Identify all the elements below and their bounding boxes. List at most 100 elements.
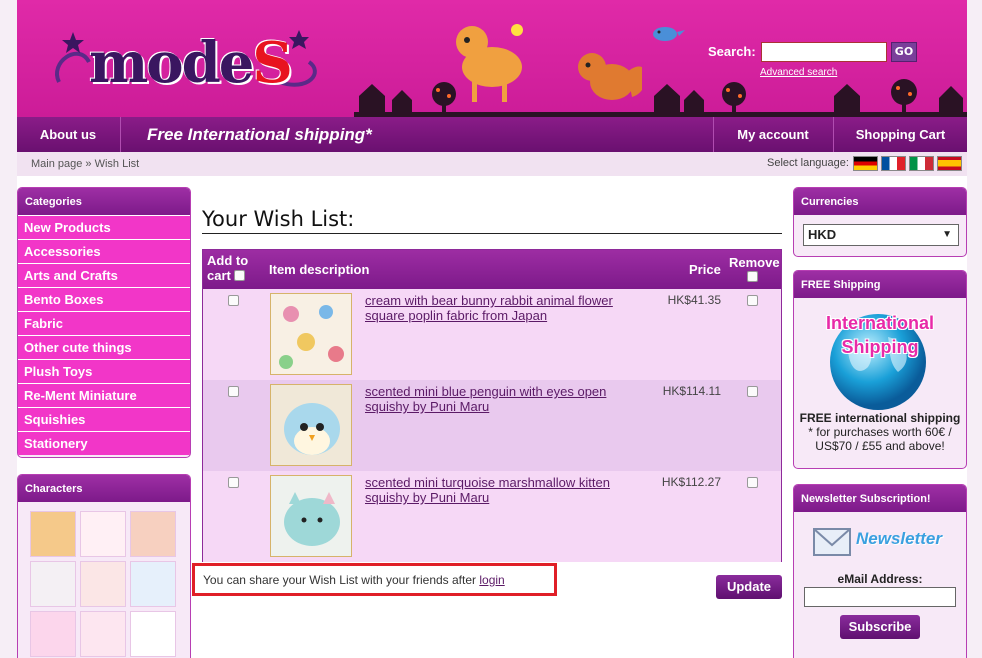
update-button[interactable]: Update xyxy=(716,575,782,599)
international-shipping-banner: International Shipping xyxy=(794,311,966,359)
character-bunny-icon[interactable] xyxy=(30,561,76,607)
character-owl-icon[interactable] xyxy=(30,611,76,657)
email-label: eMail Address: xyxy=(837,572,923,586)
free-shipping-bold-text: FREE international shipping xyxy=(799,411,961,425)
product-thumbnail[interactable] xyxy=(270,475,352,557)
italian-flag-icon[interactable] xyxy=(909,156,934,171)
currency-select[interactable]: HKD ▼ xyxy=(803,224,959,246)
login-link[interactable]: login xyxy=(479,573,504,587)
category-item[interactable]: Arts and Crafts xyxy=(18,263,190,287)
category-item[interactable]: Accessories xyxy=(18,239,190,263)
wishlist-table-header: Add to cart Item description Price Remov… xyxy=(203,250,781,289)
category-item[interactable]: Bento Boxes xyxy=(18,287,190,311)
wishlist-table: Add to cart Item description Price Remov… xyxy=(202,249,782,562)
table-row: scented mini turquoise marshmallow kitte… xyxy=(203,471,781,562)
characters-title: Characters xyxy=(18,475,190,502)
logo-text: modeS xyxy=(89,30,293,96)
email-field[interactable] xyxy=(804,587,956,607)
col-remove: Remove xyxy=(729,255,780,270)
newsletter-logo-text: Newsletter xyxy=(856,529,942,548)
share-notice-label: You can share your Wish List with your f… xyxy=(203,573,480,587)
remove-checkbox[interactable] xyxy=(747,477,758,488)
share-notice-box: You can share your Wish List with your f… xyxy=(192,563,557,596)
category-list: New Products Accessories Arts and Crafts Be… xyxy=(18,215,190,455)
right-margin xyxy=(967,0,982,658)
currencies-title: Currencies xyxy=(794,188,966,215)
share-notice-text: You can share your Wish List with your f… xyxy=(203,573,505,587)
category-item[interactable]: New Products xyxy=(18,215,190,239)
col-add-to-cart: Add to cart xyxy=(207,253,261,283)
currencies-box: Currencies HKD ▼ xyxy=(793,187,967,257)
nav-shopping-cart[interactable]: Shopping Cart xyxy=(834,117,967,152)
category-item[interactable]: Fabric xyxy=(18,311,190,335)
col-price: Price xyxy=(689,262,721,277)
category-item[interactable]: Stationery xyxy=(18,431,190,455)
free-shipping-condition-text: * for purchases worth 60€ / US$70 / £55 … xyxy=(808,425,952,453)
remove-checkbox[interactable] xyxy=(747,295,758,306)
bird-icon xyxy=(653,27,685,41)
title-divider xyxy=(202,233,782,234)
free-shipping-box: FREE Shipping International Shipping FREE… xyxy=(793,270,967,469)
deer-squirrel-illustration-icon xyxy=(456,24,642,102)
french-flag-icon[interactable] xyxy=(881,156,906,171)
left-margin xyxy=(0,0,17,658)
product-price: HK$112.27 xyxy=(661,475,721,489)
category-item[interactable]: Squishies xyxy=(18,407,190,431)
page-title: Your Wish List: xyxy=(202,207,355,231)
product-thumbnail[interactable] xyxy=(270,293,352,375)
character-rilakkuma-icon[interactable] xyxy=(30,511,76,557)
remove-checkbox[interactable] xyxy=(747,386,758,397)
character-panda-icon[interactable] xyxy=(130,611,176,657)
main-nav: About us Free International shipping* My… xyxy=(17,117,967,152)
add-to-cart-checkbox[interactable] xyxy=(228,386,239,397)
spanish-flag-icon[interactable] xyxy=(937,156,962,171)
page: modeS Search: GO Advanced search About u… xyxy=(0,0,982,658)
search-go-button[interactable]: GO xyxy=(891,42,917,62)
nav-my-account[interactable]: My account xyxy=(714,117,832,152)
product-link[interactable]: scented mini blue penguin with eyes open… xyxy=(365,384,645,414)
product-link[interactable]: scented mini turquoise marshmallow kitte… xyxy=(365,475,645,505)
german-flag-icon[interactable] xyxy=(853,156,878,171)
newsletter-title: Newsletter Subscription! xyxy=(794,485,966,512)
newsletter-box: Newsletter Subscription! Newsletter eMai… xyxy=(793,484,967,658)
select-all-remove-checkbox[interactable] xyxy=(747,271,758,282)
breadcrumb-bar: Main page » Wish List Select language: xyxy=(17,152,967,176)
product-link[interactable]: cream with bear bunny rabbit animal flow… xyxy=(365,293,645,323)
table-row: cream with bear bunny rabbit animal flow… xyxy=(203,289,781,380)
banner-line-1: International xyxy=(825,313,934,333)
category-item[interactable]: Other cute things xyxy=(18,335,190,359)
subscribe-button[interactable]: Subscribe xyxy=(840,615,920,639)
categories-box: Categories New Products Accessories Arts a… xyxy=(17,187,191,458)
search-input[interactable] xyxy=(761,42,887,62)
product-price: HK$41.35 xyxy=(667,293,721,307)
category-item[interactable]: Re-Ment Miniature xyxy=(18,383,190,407)
categories-title: Categories xyxy=(18,188,190,215)
character-red-riding-hood-icon[interactable] xyxy=(80,561,126,607)
col-item-description: Item description xyxy=(269,262,370,277)
breadcrumb[interactable]: Main page » Wish List xyxy=(31,158,139,170)
advanced-search-link[interactable]: Advanced search xyxy=(760,67,837,78)
character-matryoshka-icon[interactable] xyxy=(130,511,176,557)
product-thumbnail[interactable] xyxy=(270,384,352,466)
product-price: HK$114.11 xyxy=(662,384,721,398)
envelope-icon xyxy=(813,528,851,556)
character-alice-icon[interactable] xyxy=(130,561,176,607)
select-all-add-checkbox[interactable] xyxy=(234,270,246,281)
currency-selected-value: HKD xyxy=(808,227,837,242)
character-my-melody-icon[interactable] xyxy=(80,611,126,657)
character-hello-kitty-icon[interactable] xyxy=(80,511,126,557)
search-label: Search: xyxy=(708,44,756,59)
free-shipping-title: FREE Shipping xyxy=(794,271,966,298)
nav-separator xyxy=(120,117,121,152)
table-row: scented mini blue penguin with eyes open… xyxy=(203,380,781,471)
nav-free-shipping[interactable]: Free International shipping* xyxy=(147,117,447,152)
banner-line-2: Shipping xyxy=(841,337,919,357)
nav-about-us[interactable]: About us xyxy=(17,117,119,152)
dropdown-arrow-icon: ▼ xyxy=(942,229,952,240)
free-shipping-text: FREE international shipping * for purchas… xyxy=(794,411,966,453)
site-logo[interactable]: modeS xyxy=(49,22,329,102)
add-to-cart-checkbox[interactable] xyxy=(228,477,239,488)
add-to-cart-checkbox[interactable] xyxy=(228,295,239,306)
category-item[interactable]: Plush Toys xyxy=(18,359,190,383)
select-language-label: Select language: xyxy=(767,157,849,169)
